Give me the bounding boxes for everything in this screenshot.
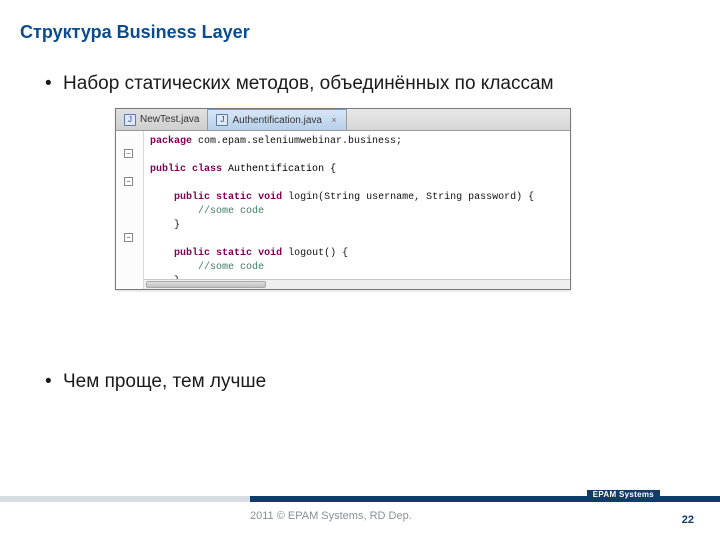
comment: //some code bbox=[198, 206, 264, 217]
editor-body: − − − package com.epam.seleniumwebinar.b… bbox=[116, 131, 570, 289]
tab-label: NewTest.java bbox=[140, 114, 199, 125]
bullet-list-2: • Чем проще, тем лучше bbox=[45, 370, 665, 400]
code-area[interactable]: package com.epam.seleniumwebinar.busines… bbox=[144, 131, 570, 289]
keyword: void bbox=[258, 248, 282, 259]
footer-brand: EPAM Systems bbox=[587, 490, 660, 498]
comment: //some code bbox=[198, 262, 264, 273]
fold-toggle-icon[interactable]: − bbox=[124, 233, 133, 242]
keyword: public bbox=[174, 248, 210, 259]
code-text: logout() { bbox=[282, 248, 348, 259]
code-text: com.epam.seleniumwebinar.business; bbox=[192, 136, 402, 147]
ide-window: J NewTest.java J Authentification.java ×… bbox=[115, 108, 571, 290]
java-file-icon: J bbox=[216, 114, 228, 126]
tab-label: Authentification.java bbox=[232, 115, 322, 126]
page-number: 22 bbox=[682, 514, 694, 526]
bullet-dot-icon: • bbox=[45, 370, 63, 394]
footer-copyright: 2011 © EPAM Systems, RD Dep. bbox=[250, 510, 412, 522]
keyword: package bbox=[150, 136, 192, 147]
keyword: static bbox=[216, 248, 252, 259]
keyword: static bbox=[216, 192, 252, 203]
tab-newtest[interactable]: J NewTest.java bbox=[116, 109, 208, 130]
bullet-item: • Чем проще, тем лучше bbox=[45, 370, 665, 394]
horizontal-scrollbar[interactable] bbox=[144, 279, 570, 289]
code-text: login(String username, String password) … bbox=[282, 192, 534, 203]
code-text: } bbox=[174, 220, 180, 231]
keyword: public bbox=[150, 164, 186, 175]
bullet-dot-icon: • bbox=[45, 72, 63, 96]
keyword: class bbox=[192, 164, 222, 175]
gutter: − − − bbox=[116, 131, 144, 289]
keyword: public bbox=[174, 192, 210, 203]
bullet-text: Набор статических методов, объединённых … bbox=[63, 72, 665, 96]
editor-tabs: J NewTest.java J Authentification.java × bbox=[116, 109, 570, 131]
fold-toggle-icon[interactable]: − bbox=[124, 177, 133, 186]
bullet-text: Чем проще, тем лучше bbox=[63, 370, 665, 394]
scrollbar-thumb[interactable] bbox=[146, 281, 266, 288]
code-text: Authentification { bbox=[222, 164, 336, 175]
footer-bar-light bbox=[0, 496, 250, 502]
footer: EPAM Systems 2011 © EPAM Systems, RD Dep… bbox=[0, 490, 720, 540]
java-file-icon: J bbox=[124, 114, 136, 126]
slide: Структура Business Layer • Набор статиче… bbox=[0, 0, 720, 540]
bullet-list-1: • Набор статических методов, объединённы… bbox=[45, 72, 665, 102]
tab-authentification[interactable]: J Authentification.java × bbox=[208, 109, 347, 130]
slide-title: Структура Business Layer bbox=[20, 22, 250, 43]
fold-toggle-icon[interactable]: − bbox=[124, 149, 133, 158]
keyword: void bbox=[258, 192, 282, 203]
bullet-item: • Набор статических методов, объединённы… bbox=[45, 72, 665, 96]
close-icon[interactable]: × bbox=[330, 116, 338, 124]
